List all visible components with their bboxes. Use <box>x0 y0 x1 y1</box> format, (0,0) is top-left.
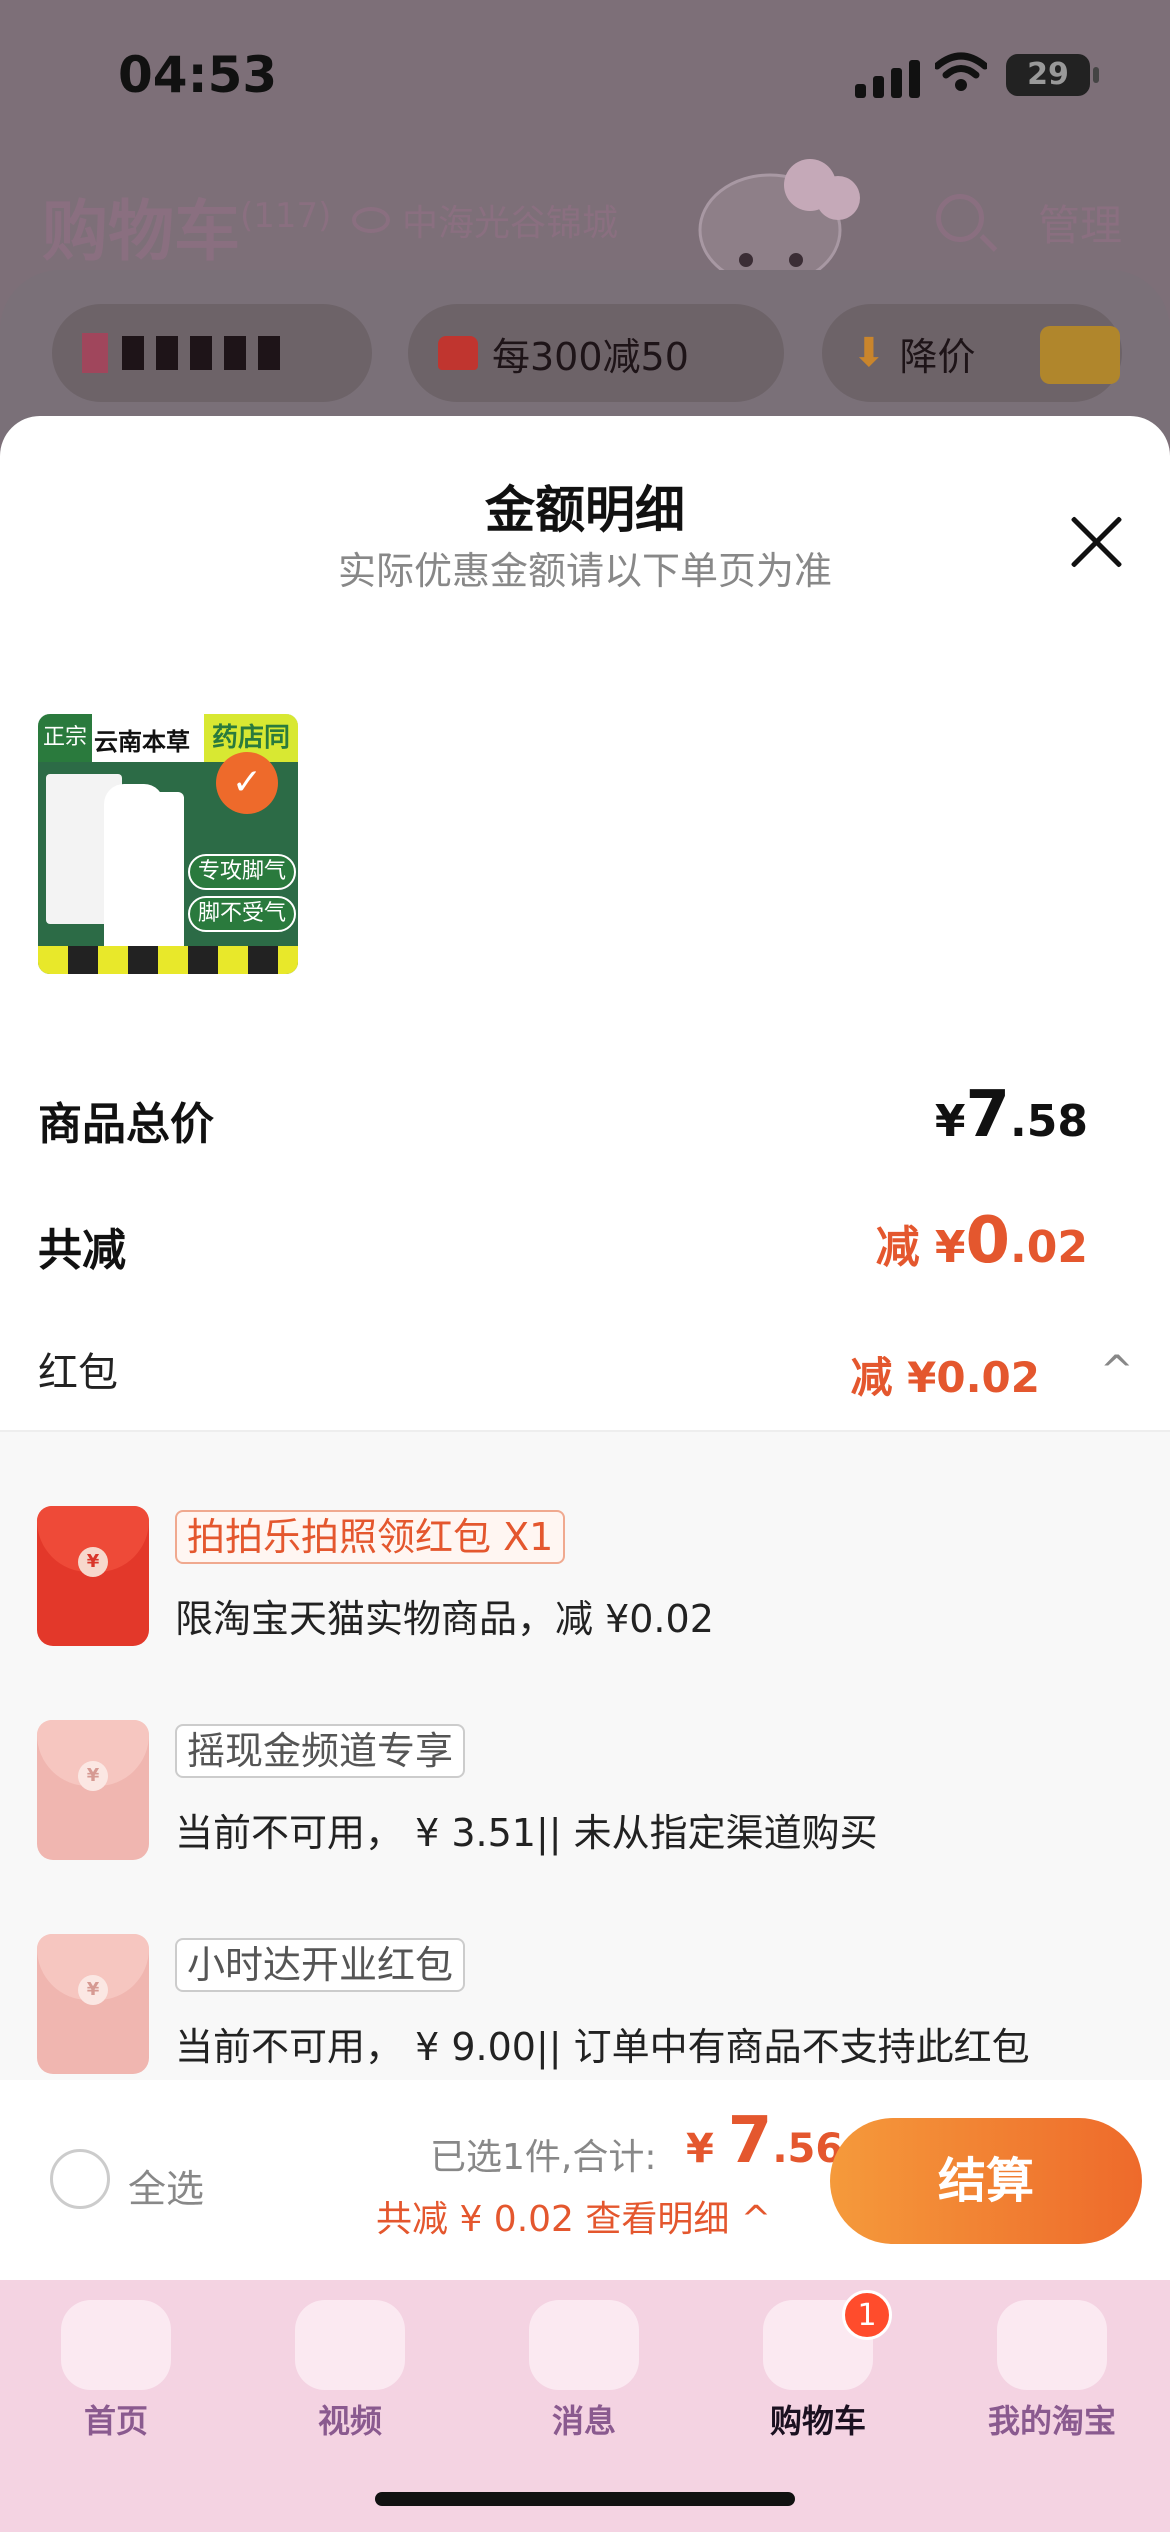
tab-my-taobao[interactable]: 我的淘宝 <box>962 2300 1142 2442</box>
product-tag-2: 脚不受气 <box>188 896 297 932</box>
selected-price-int: 7 <box>727 2104 773 2178</box>
hello-kitty-decoration <box>698 159 860 280</box>
envelope-seal: ¥ <box>78 1975 108 2005</box>
product-tag-1: 专攻脚气 <box>188 854 297 890</box>
shop-logo-icon <box>82 333 108 373</box>
discount-value: 减 ¥0.02 <box>876 1204 1088 1278</box>
total-price-dec: .58 <box>1010 1096 1088 1147</box>
product-badge: 正宗 <box>38 714 92 762</box>
discount-dec: .02 <box>1010 1222 1088 1273</box>
sheet-subtitle: 实际优惠金额请以下单页为准 <box>337 549 832 593</box>
discount-int: 0 <box>965 1204 1011 1278</box>
red-envelope-icon-disabled: ¥ <box>37 1934 149 2074</box>
product-thumbnail[interactable]: 正宗 云南本草 药店同款 ✓ 专攻脚气 脚不受气 <box>38 714 298 974</box>
coupon-tag: 拍拍乐拍照领红包 X1 <box>175 1510 566 1564</box>
location[interactable]: 中海光谷锦城 <box>352 194 618 246</box>
store-icon <box>438 336 478 370</box>
product-redacted-strip <box>38 946 298 974</box>
tab-my-taobao-label: 我的淘宝 <box>987 2402 1116 2440</box>
envelope-seal: ¥ <box>78 1761 108 1791</box>
envelope-message-icon <box>529 2300 639 2390</box>
divider <box>0 1430 1170 1432</box>
promo-chip-label: 每300减50 <box>492 334 689 379</box>
product-brand: 云南本草 <box>94 728 190 756</box>
discount-prefix: 减 ¥ <box>875 1222 966 1273</box>
tab-messages-label: 消息 <box>551 2402 616 2440</box>
discount-label: 共减 <box>38 1225 126 1276</box>
candy-video-icon <box>295 2300 405 2390</box>
cellular-signal-icon <box>855 60 920 98</box>
select-all-radio[interactable] <box>50 2149 110 2209</box>
cart-count: (117) <box>240 196 332 236</box>
arrow-down-icon: ⬇ <box>852 330 886 376</box>
chevron-up-icon[interactable]: ^ <box>1100 1348 1134 1394</box>
selected-summary: 已选1件,合计: <box>430 2137 657 2178</box>
hello-kitty-home-icon <box>61 2300 171 2390</box>
coupon-desc: 当前不可用， ¥ 3.51|| 未从指定渠道购买 <box>175 1811 878 1855</box>
cart-badge: 1 <box>842 2290 892 2340</box>
total-price-symbol: ¥ <box>934 1096 966 1147</box>
selected-check-icon[interactable]: ✓ <box>216 752 278 814</box>
manage-button[interactable]: 管理 <box>1038 192 1122 253</box>
tab-video-label: 视频 <box>317 2402 382 2440</box>
price-drop-chip-label: 降价 <box>899 334 976 379</box>
tab-video[interactable]: 视频 <box>260 2300 440 2442</box>
redacted-shop-name <box>122 336 292 370</box>
envelope-seal: ¥ <box>78 1547 108 1577</box>
sheet-title: 金额明细 <box>485 481 685 539</box>
selected-price-symbol: ¥ <box>686 2126 714 2172</box>
coupon-desc: 限淘宝天猫实物商品，减 ¥0.02 <box>175 1597 714 1641</box>
coupon-tag: 小时达开业红包 <box>175 1938 466 1992</box>
hongbao-label: 红包 <box>38 1350 118 1396</box>
tab-home-label: 首页 <box>83 2402 148 2440</box>
filter-chip-shop[interactable] <box>52 304 372 402</box>
tab-home[interactable]: 首页 <box>26 2300 206 2442</box>
tab-cart-label: 购物车 <box>769 2402 866 2440</box>
red-envelope-icon: ¥ <box>37 1506 149 1646</box>
select-all-label[interactable]: 全选 <box>128 2158 204 2213</box>
location-eye-icon <box>352 207 390 233</box>
coupon-desc: 当前不可用， ¥ 9.00|| 订单中有商品不支持此红包 <box>175 2025 1030 2069</box>
filter-chip-promo[interactable]: 每300减50 <box>408 304 784 402</box>
tab-messages[interactable]: 消息 <box>494 2300 674 2442</box>
cart-title: 购物车 <box>42 193 240 270</box>
location-text: 中海光谷锦城 <box>402 203 619 244</box>
wifi-icon <box>935 52 987 91</box>
search-icon[interactable] <box>936 194 984 242</box>
status-time: 04:53 <box>118 46 278 104</box>
folder-icon[interactable] <box>1040 326 1120 384</box>
bear-profile-icon <box>997 2300 1107 2390</box>
hongbao-value[interactable]: 减 ¥0.02 <box>851 1344 1040 1405</box>
checkout-button[interactable]: 结算 <box>830 2118 1142 2244</box>
red-envelope-icon-disabled: ¥ <box>37 1720 149 1860</box>
product-tube <box>154 792 184 952</box>
home-indicator <box>375 2492 795 2506</box>
battery-icon: 29 <box>1006 54 1099 96</box>
coupon-tag: 摇现金频道专享 <box>175 1724 466 1778</box>
total-price-int: 7 <box>965 1078 1011 1152</box>
close-icon[interactable] <box>1066 512 1126 572</box>
total-price-label: 商品总价 <box>38 1099 214 1150</box>
total-price-value: ¥7.58 <box>935 1078 1088 1152</box>
selected-total-price: ¥ 7.56 <box>686 2104 843 2178</box>
view-detail-link[interactable]: 共减 ¥ 0.02 查看明细 ^ <box>376 2190 771 2242</box>
